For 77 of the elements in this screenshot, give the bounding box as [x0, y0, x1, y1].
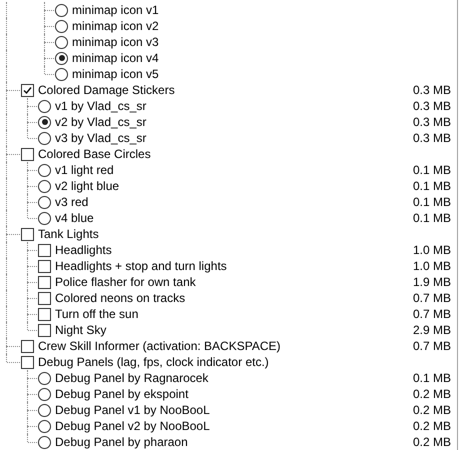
file-size: 0.1 MB: [412, 371, 451, 385]
radio-button[interactable]: [38, 212, 51, 224]
file-size: 0.3 MB: [412, 115, 451, 129]
option-label: v3 by Vlad_cs_sr: [55, 131, 146, 145]
file-size: 2.9 MB: [412, 323, 451, 337]
option-label: Colored Damage Stickers: [38, 83, 175, 97]
option-label: Debug Panel v2 by NooBooL: [55, 419, 210, 433]
option-label: Turn off the sun: [55, 307, 138, 321]
option-label: minimap icon v2: [72, 19, 159, 33]
checkbox[interactable]: [21, 356, 34, 368]
option-label: Police flasher for own tank: [55, 275, 196, 289]
file-size: 0.7 MB: [412, 307, 451, 321]
option-label: Debug Panel by Ragnarocek: [55, 371, 208, 385]
option-label: v4 blue: [55, 211, 94, 225]
checkbox[interactable]: [38, 292, 51, 304]
checkbox[interactable]: [38, 244, 51, 256]
checkbox[interactable]: [21, 84, 34, 96]
option-label: Debug Panel by pharaon: [55, 435, 188, 449]
radio-button[interactable]: [38, 196, 51, 208]
radio-button[interactable]: [38, 132, 51, 144]
file-size: 0.2 MB: [412, 387, 451, 401]
option-label: Headlights + stop and turn lights: [55, 259, 227, 273]
file-size: 1.0 MB: [412, 243, 451, 257]
option-label: v1 light red: [55, 163, 114, 177]
file-size: 0.1 MB: [412, 163, 451, 177]
file-size: 0.3 MB: [412, 99, 451, 113]
radio-button[interactable]: [55, 52, 68, 64]
checkbox[interactable]: [21, 148, 34, 160]
radio-button[interactable]: [38, 404, 51, 416]
file-size: 0.2 MB: [412, 403, 451, 417]
file-size: 0.7 MB: [412, 291, 451, 305]
radio-button[interactable]: [38, 100, 51, 112]
file-size: 0.1 MB: [412, 211, 451, 225]
file-size: 1.9 MB: [412, 275, 451, 289]
option-label: Debug Panels (lag, fps, clock indicator etc.): [38, 355, 269, 369]
checkbox[interactable]: [38, 276, 51, 288]
option-label: v2 light blue: [55, 179, 120, 193]
option-label: minimap icon v5: [72, 67, 159, 81]
option-label: minimap icon v3: [72, 35, 159, 49]
file-size: 0.1 MB: [412, 179, 451, 193]
checkbox[interactable]: [38, 324, 51, 336]
file-size: 0.7 MB: [412, 339, 451, 353]
radio-button[interactable]: [38, 164, 51, 176]
radio-button[interactable]: [55, 68, 68, 80]
radio-button[interactable]: [38, 420, 51, 432]
radio-button[interactable]: [38, 388, 51, 400]
option-label: Tank Lights: [38, 227, 99, 241]
option-label: v2 by Vlad_cs_sr: [55, 115, 146, 129]
file-size: 0.3 MB: [412, 83, 451, 97]
file-size: 0.3 MB: [412, 131, 451, 145]
file-size: 0.1 MB: [412, 195, 451, 209]
checkbox[interactable]: [21, 228, 34, 240]
option-label: Colored Base Circles: [38, 147, 151, 161]
radio-button[interactable]: [55, 20, 68, 32]
option-label: Debug Panel by ekspoint: [55, 387, 188, 401]
radio-button[interactable]: [38, 436, 51, 448]
file-size: 0.2 MB: [412, 419, 451, 433]
checkbox[interactable]: [38, 308, 51, 320]
option-label: Crew Skill Informer (activation: BACKSPACE): [38, 339, 281, 353]
radio-button[interactable]: [55, 4, 68, 16]
checkbox[interactable]: [38, 260, 51, 272]
file-size: 0.2 MB: [412, 435, 451, 449]
radio-button[interactable]: [38, 116, 51, 128]
file-size: 1.0 MB: [412, 259, 451, 273]
option-label: Night Sky: [55, 323, 106, 337]
option-label: Headlights: [55, 243, 112, 257]
option-label: v3 red: [55, 195, 88, 209]
option-label: minimap icon v1: [72, 3, 159, 17]
radio-button[interactable]: [38, 372, 51, 384]
option-label: minimap icon v4: [72, 51, 159, 65]
option-label: v1 by Vlad_cs_sr: [55, 99, 146, 113]
checkbox[interactable]: [21, 340, 34, 352]
radio-button[interactable]: [38, 180, 51, 192]
radio-button[interactable]: [55, 36, 68, 48]
option-label: Debug Panel v1 by NooBooL: [55, 403, 210, 417]
option-label: Colored neons on tracks: [55, 291, 186, 305]
checkmark-icon: [23, 86, 32, 94]
